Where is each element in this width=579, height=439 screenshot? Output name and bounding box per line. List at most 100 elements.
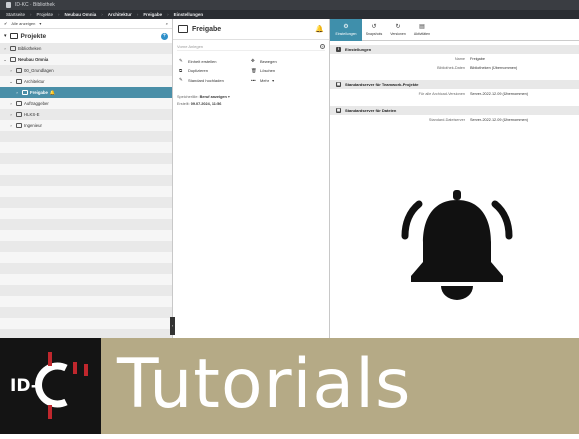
action-upload[interactable]: ✎ Standard hochladen	[179, 77, 251, 83]
tree-empty-row	[0, 241, 172, 252]
tree-item-label: Neubau Omnia	[18, 57, 49, 62]
activity-icon: ▤	[419, 24, 425, 30]
crumb-einstellungen[interactable]: Einstellungen	[174, 12, 204, 17]
action-create-unit[interactable]: ✎ Einheit erstellen	[179, 58, 251, 64]
tree-empty-row	[0, 318, 172, 329]
breadcrumb: Startseite › Projekte › Neubau Omnia › A…	[0, 10, 579, 19]
tree-item-ingenieur[interactable]: › Ingenieur	[0, 120, 172, 131]
action-label: Löschen	[260, 68, 276, 73]
crumb-separator: ›	[30, 12, 32, 17]
tree-empty-row	[0, 263, 172, 274]
section-file-server: ▦ Standardserver für Dateien	[330, 106, 579, 115]
action-duplicate[interactable]: ⧉ Duplizieren	[179, 68, 251, 74]
chevron-down-icon[interactable]: ⌄	[8, 79, 14, 84]
svg-text:ID-: ID-	[10, 376, 38, 396]
search-icon[interactable]: ⌕	[166, 21, 168, 26]
crumb-separator: ›	[136, 12, 139, 17]
chevron-right-icon[interactable]: ›	[8, 112, 14, 117]
detail-header: Freigabe 🔔	[173, 19, 329, 40]
crumb-separator: ›	[58, 12, 60, 17]
section-title: Standardserver für Teamwork-Projekte	[345, 82, 419, 87]
app-title: ID-KC · Bibliothek	[15, 2, 55, 8]
folder-icon	[10, 57, 16, 62]
crumb-freigabe[interactable]: Freigabe	[143, 12, 162, 17]
tree-item-freigabe[interactable]: › Freigabe 🔔	[0, 87, 172, 98]
collapse-panel-button[interactable]: ‹	[170, 317, 175, 335]
tab-snapshots[interactable]: ↺ Snapshots	[362, 19, 386, 41]
setting-row-library: Bibliothek-Daten Bibliotheken (Übernommen…	[330, 63, 579, 72]
tree-empty-row	[0, 164, 172, 175]
server-icon: ▦	[336, 82, 341, 87]
search-input[interactable]: Vorne Anlegen +	[177, 43, 325, 51]
tab-versionen[interactable]: ↻ Versionen	[386, 19, 410, 41]
setting-row-name: Name Freigabe	[330, 54, 579, 63]
folder-icon	[16, 123, 22, 128]
created-label: Erstellt:	[177, 102, 190, 106]
action-more[interactable]: ••• Mehr ▾	[251, 77, 323, 83]
setting-value[interactable]: Server-2022.12.09 (Übernommen)	[470, 118, 528, 122]
chevron-down-icon[interactable]: ⌄	[2, 57, 8, 62]
tab-einstellungen[interactable]: ⚙ Einstellungen	[330, 19, 362, 41]
chevron-right-icon[interactable]: ›	[2, 46, 8, 51]
tree-empty-row	[0, 296, 172, 307]
section-teamwork-server: ▦ Standardserver für Teamwork-Projekte	[330, 80, 579, 89]
crumb-projekte[interactable]: Projekte	[37, 12, 54, 17]
action-delete[interactable]: 🗑 Löschen	[251, 68, 323, 74]
crumb-architektur[interactable]: Architektur	[108, 12, 132, 17]
setting-key: Bibliothek-Daten	[437, 65, 465, 70]
folder-icon	[16, 68, 22, 73]
filter-dropdown[interactable]: Alle anzeigen	[11, 21, 35, 26]
add-icon[interactable]: +	[320, 44, 325, 49]
tree-rows: › Bibliotheken ⌄ Neubau Omnia › 00_Grund…	[0, 43, 172, 351]
action-move[interactable]: ✥ Bewegen	[251, 58, 323, 64]
chevron-down-icon[interactable]: ▾	[39, 21, 41, 26]
meta-value[interactable]: Beruf anzeigen	[200, 95, 227, 99]
tree-empty-row	[0, 274, 172, 285]
crumb-neubau[interactable]: Neubau Omnia	[65, 12, 97, 17]
setting-value[interactable]: Server-2022.12.09 (Übernommen)	[470, 92, 528, 96]
chevron-right-icon[interactable]: ›	[8, 68, 14, 73]
action-label: Mehr	[260, 77, 270, 83]
tab-aktivitaeten[interactable]: ▤ Aktivitäten	[410, 19, 434, 41]
tree-empty-row	[0, 153, 172, 164]
move-icon: ✥	[251, 58, 255, 63]
duplicate-icon: ⧉	[179, 68, 183, 73]
crumb-startseite[interactable]: Startseite	[6, 12, 25, 17]
tree-item-hlks[interactable]: › HLKS-E	[0, 109, 172, 120]
folder-icon	[16, 79, 22, 84]
detail-meta: Speicherlilie: Beruf anzeigen ▾ Erstellt…	[177, 95, 230, 106]
tree-item-bibliotheken[interactable]: › Bibliotheken	[0, 43, 172, 54]
chevron-right-icon[interactable]: ›	[14, 90, 20, 95]
tree-item-architektur[interactable]: ⌄ Architektur	[0, 76, 172, 87]
tree-item-label: HLKS-E	[24, 112, 40, 117]
setting-value[interactable]: Freigabe	[470, 57, 485, 61]
trash-icon: 🗑	[251, 67, 257, 73]
bell-icon[interactable]: 🔔	[315, 25, 324, 33]
tree-empty-row	[0, 285, 172, 296]
tree-empty-row	[0, 197, 172, 208]
check-icon[interactable]: ✔	[4, 21, 7, 26]
server-icon: ▦	[336, 108, 341, 113]
setting-value[interactable]: Bibliotheken (Übernommen)	[470, 66, 517, 70]
title-bar: ID-KC · Bibliothek	[0, 0, 579, 10]
tree-item-grundlagen[interactable]: › 00_Grundlagen	[0, 65, 172, 76]
chevron-right-icon[interactable]: ›	[8, 123, 14, 128]
tree-item-neubau-omnia[interactable]: ⌄ Neubau Omnia	[0, 54, 172, 65]
chevron-right-icon[interactable]: ›	[8, 101, 14, 106]
add-project-button[interactable]: +	[161, 32, 168, 40]
chevron-down-icon[interactable]: ▾	[4, 33, 7, 39]
tree-item-auftraggeber[interactable]: › Auftraggeber	[0, 98, 172, 109]
tree-item-label: Auftraggeber	[24, 101, 49, 106]
setting-row-fileserver: Standard-Dateiserver Server-2022.12.09 (Ü…	[330, 115, 579, 124]
tree-toolbar: ✔ Alle anzeigen ▾ ⌕	[0, 19, 172, 29]
setting-key: Name	[454, 56, 465, 61]
folder-icon	[16, 112, 22, 117]
tab-label: Snapshots	[365, 32, 383, 36]
action-label: Standard hochladen	[188, 77, 224, 83]
detail-panel: ‹ Freigabe 🔔 Vorne Anlegen + ✎ Einheit er…	[170, 19, 330, 338]
detail-title: Freigabe	[192, 25, 222, 33]
snapshot-icon: ↺	[371, 24, 377, 30]
created-value: 09.07.2024, 11:56	[190, 102, 222, 106]
tutorial-banner: ID- Tutorials	[0, 338, 579, 434]
tab-label: Aktivitäten	[413, 32, 431, 36]
